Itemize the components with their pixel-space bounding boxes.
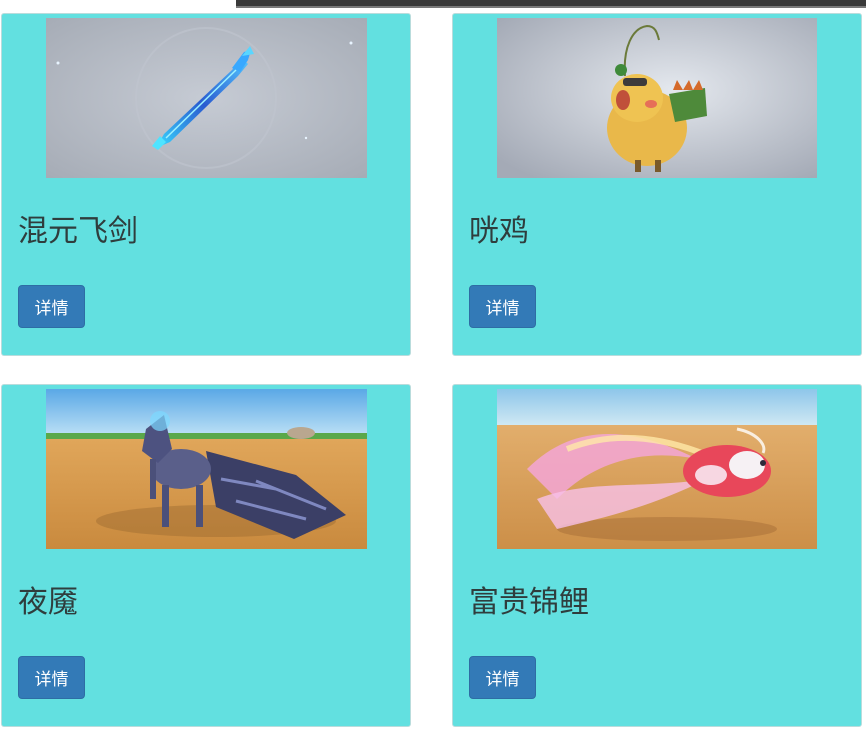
- top-bar-shadow: [236, 6, 866, 8]
- product-card: 富贵锦鲤 详情: [452, 384, 862, 727]
- chicken-mount-image[interactable]: [497, 18, 817, 178]
- details-button[interactable]: 详情: [18, 656, 85, 699]
- details-button[interactable]: 详情: [18, 285, 85, 328]
- details-button[interactable]: 详情: [469, 285, 536, 328]
- card-title: 富贵锦鲤: [469, 585, 589, 620]
- card-title: 咣鸡: [469, 214, 529, 249]
- koi-fish-image[interactable]: [497, 389, 817, 549]
- details-button[interactable]: 详情: [469, 656, 536, 699]
- flying-sword-image[interactable]: [46, 18, 367, 178]
- card-title: 夜魇: [18, 585, 78, 620]
- product-card: 混元飞剑 详情: [1, 13, 411, 356]
- product-card: 咣鸡 详情: [452, 13, 862, 356]
- card-title: 混元飞剑: [18, 214, 138, 249]
- nightmare-horse-image[interactable]: [46, 389, 367, 549]
- product-card: 夜魇 详情: [1, 384, 411, 727]
